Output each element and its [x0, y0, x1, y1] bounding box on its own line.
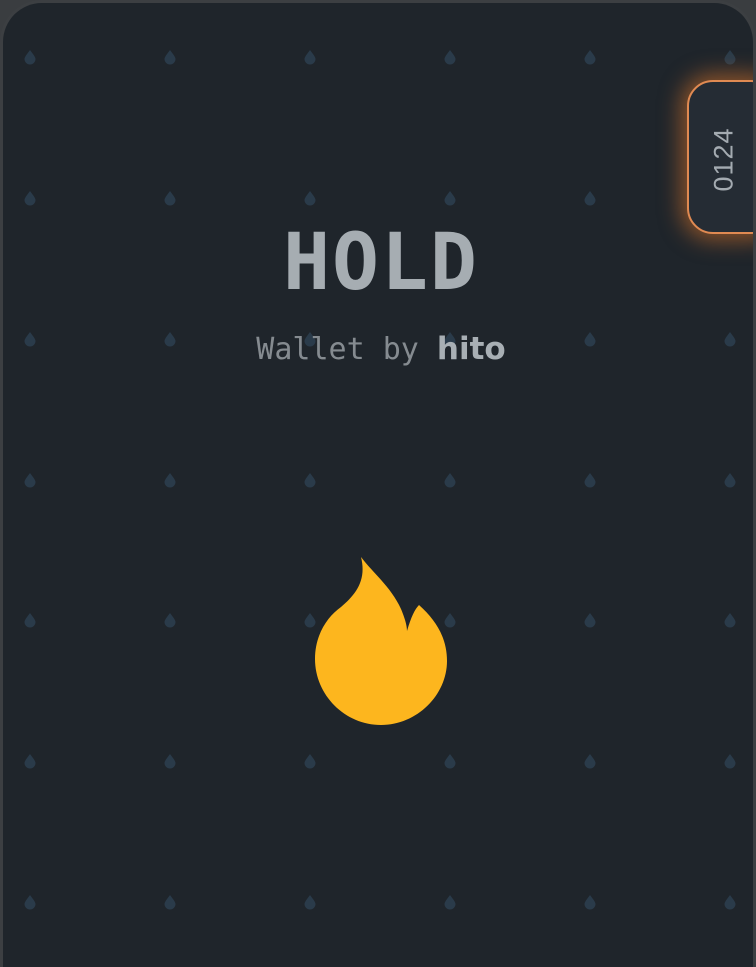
droplet-icon	[444, 895, 456, 910]
serial-number-tab[interactable]: 0124	[687, 80, 753, 234]
droplet-icon	[24, 613, 36, 628]
droplet-icon	[304, 191, 316, 206]
droplet-icon	[164, 895, 176, 910]
droplet-icon	[304, 895, 316, 910]
droplet-icon	[164, 473, 176, 488]
droplet-icon	[584, 473, 596, 488]
droplet-icon	[164, 613, 176, 628]
wallet-card: HOLD Wallet by hito 0124	[0, 0, 756, 967]
droplet-icon	[304, 473, 316, 488]
droplet-icon	[24, 754, 36, 769]
droplet-icon	[164, 191, 176, 206]
droplet-icon	[724, 613, 736, 628]
droplet-icon	[584, 613, 596, 628]
droplet-icon	[444, 473, 456, 488]
brand-logo-text: hito	[436, 331, 506, 367]
droplet-icon	[584, 50, 596, 65]
droplet-icon	[584, 754, 596, 769]
droplet-icon	[724, 895, 736, 910]
droplet-pattern	[24, 50, 736, 910]
subtitle-prefix: Wallet by	[256, 332, 437, 367]
droplet-icon	[24, 50, 36, 65]
droplet-icon	[444, 191, 456, 206]
droplet-icon	[304, 754, 316, 769]
card-subtitle: Wallet by hito	[3, 329, 753, 370]
droplet-icon	[164, 50, 176, 65]
droplet-icon	[164, 754, 176, 769]
droplet-icon	[724, 50, 736, 65]
droplet-icon	[444, 754, 456, 769]
droplet-icon	[584, 191, 596, 206]
droplet-icon	[724, 473, 736, 488]
droplet-icon	[304, 50, 316, 65]
droplet-icon	[24, 895, 36, 910]
droplet-icon	[584, 895, 596, 910]
droplet-icon	[24, 473, 36, 488]
droplet-icon	[24, 191, 36, 206]
droplet-icon	[724, 754, 736, 769]
card-title: HOLD	[283, 218, 479, 308]
fire-icon	[315, 557, 447, 725]
serial-number-label: 0124	[708, 126, 739, 192]
droplet-icon	[444, 50, 456, 65]
